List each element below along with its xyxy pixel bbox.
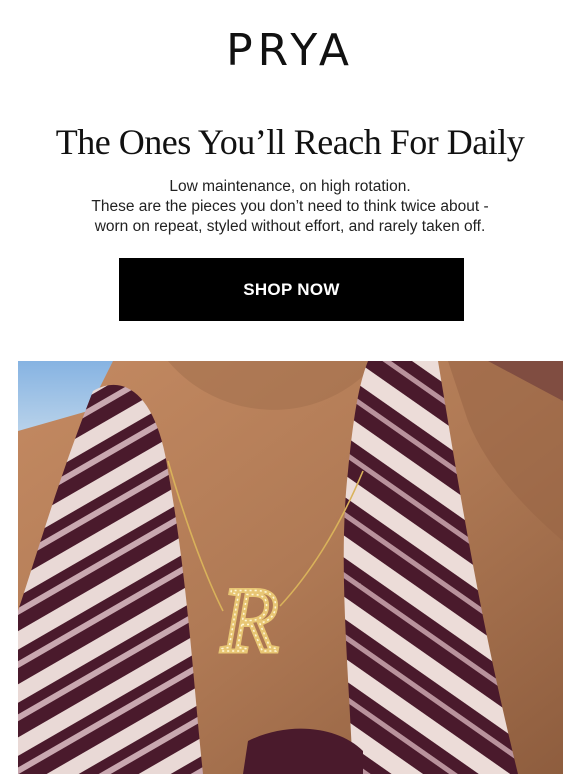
brand-logo[interactable]: PRYA: [0, 26, 580, 76]
necklace-photo: R R: [18, 361, 563, 774]
pendant-sparkle: R: [221, 569, 278, 671]
intro-line-2: These are the pieces you don’t need to t…: [91, 198, 489, 215]
intro-text: Low maintenance, on high rotation. These…: [20, 177, 560, 237]
page-headline: The Ones You’ll Reach For Daily: [55, 122, 525, 162]
shop-now-button[interactable]: SHOP NOW: [119, 258, 464, 321]
hero-image[interactable]: R R: [18, 361, 563, 774]
intro-line-3: worn on repeat, styled without effort, a…: [94, 218, 486, 235]
intro-line-1: Low maintenance, on high rotation.: [169, 178, 411, 195]
